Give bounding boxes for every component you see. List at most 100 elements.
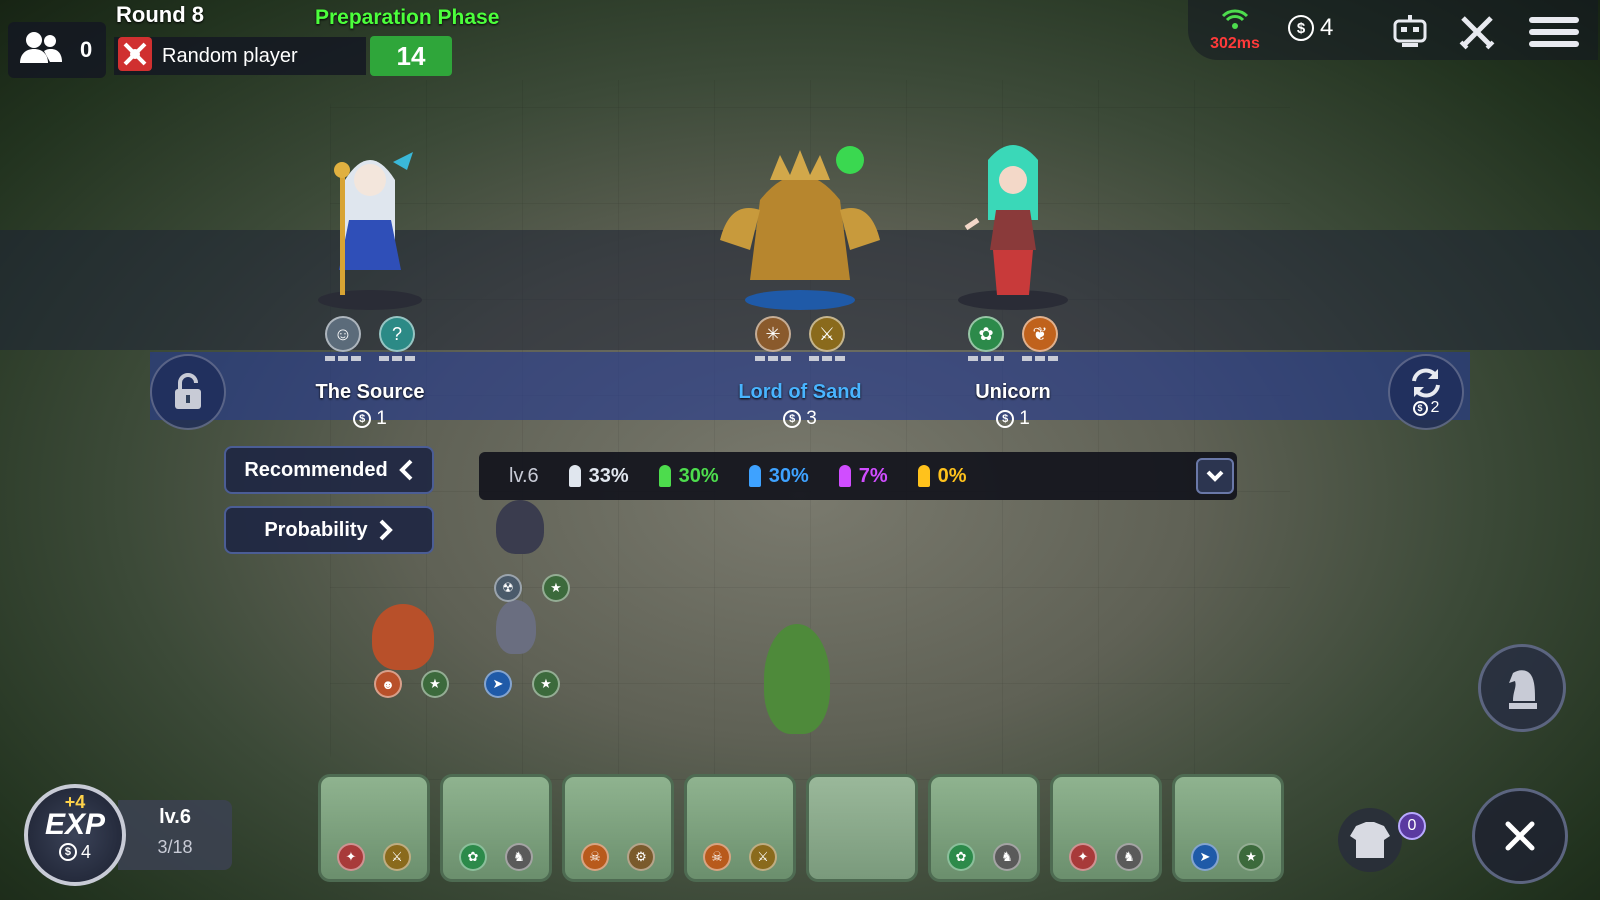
card-price: $1 — [903, 408, 1123, 430]
opponent-name: Random player — [162, 44, 298, 67]
card-name: The Source — [315, 381, 425, 403]
card-price: $3 — [690, 408, 910, 430]
chess-piece-icon — [658, 465, 671, 487]
mage-icon: ? — [379, 316, 415, 352]
warrior-icon: ⚔ — [809, 316, 845, 352]
network-indicator: 302ms — [1205, 8, 1265, 53]
robot-icon — [1393, 15, 1427, 47]
beast-icon: ✿ — [947, 843, 975, 871]
bench-slot-8[interactable]: ➤ ★ — [1172, 774, 1284, 882]
bench-slot-5[interactable] — [806, 774, 918, 882]
wifi-icon — [1221, 9, 1249, 29]
shop-lock-button[interactable] — [150, 354, 226, 430]
chevron-down-icon — [1206, 470, 1224, 482]
tier-value: 30% — [768, 464, 809, 487]
buy-exp-button[interactable]: +4 EXP $4 — [24, 784, 126, 886]
board-unit[interactable] — [496, 600, 536, 654]
crossed-swords-icon — [1459, 16, 1495, 50]
feather-icon: ➤ — [1191, 843, 1219, 871]
bench-slot-7[interactable]: ✦ ♞ — [1050, 774, 1162, 882]
recommended-button[interactable]: Recommended — [224, 446, 434, 494]
equipment-count: 0 — [1398, 812, 1426, 840]
board-unit[interactable] — [372, 604, 434, 670]
bench-slot-1[interactable]: ✦ ⚔ — [318, 774, 430, 882]
equipment-button[interactable] — [1338, 808, 1402, 872]
human-icon: ☺ — [325, 316, 361, 352]
goblin-icon: ☠ — [581, 843, 609, 871]
bench-slot-3[interactable]: ☠ ⚙ — [562, 774, 674, 882]
card-cost: 1 — [376, 408, 387, 429]
auto-chess-robot-button[interactable] — [1390, 12, 1430, 52]
knight-chess-icon — [1509, 670, 1537, 709]
tier-value: 30% — [678, 464, 719, 487]
gold-display: $ 4 — [1288, 14, 1333, 42]
tier-value: 7% — [858, 464, 888, 487]
chevron-left-icon — [398, 459, 413, 481]
ping-value: 302ms — [1210, 35, 1260, 52]
hunter-icon: ★ — [542, 574, 570, 602]
undead-icon: ☢ — [494, 574, 522, 602]
hamburger-menu-icon — [1529, 17, 1579, 47]
coin-icon: $ — [58, 843, 77, 861]
warrior-icon: ⚔ — [383, 843, 411, 871]
player-level: lv.6 — [159, 806, 191, 828]
shop-card-1[interactable]: ☺ ? The Source $1 — [260, 140, 480, 430]
card-cost: 1 — [1019, 408, 1030, 429]
players-icon — [18, 31, 64, 70]
battle-button[interactable] — [1455, 10, 1499, 54]
probability-button[interactable]: Probability — [224, 506, 434, 554]
coin-icon: $ — [1288, 15, 1314, 41]
shop-refresh-button[interactable]: $2 — [1388, 354, 1464, 430]
chevron-right-icon — [379, 519, 393, 541]
mech-icon: ⚙ — [627, 843, 655, 871]
beast-icon: ✿ — [459, 843, 487, 871]
hunter-icon: ★ — [1237, 843, 1265, 871]
armor-icon — [1350, 822, 1390, 858]
crossed-swords-icon — [118, 36, 152, 76]
feather-icon: ➤ — [484, 670, 512, 698]
shop-card-2[interactable]: ✳ ⚔ Lord of Sand $3 — [690, 140, 910, 430]
chess-piece-icon — [917, 465, 930, 487]
trait-dash — [325, 356, 361, 361]
knight-icon: ♞ — [505, 843, 533, 871]
coin-icon: $ — [353, 410, 372, 428]
exp-cost: $4 — [58, 842, 91, 863]
odds-dropdown-button[interactable] — [1196, 458, 1234, 494]
odds-level: lv.6 — [509, 464, 539, 487]
trait-dash — [379, 356, 415, 361]
players-alive-indicator: 0 — [8, 22, 106, 78]
bench-slot-6[interactable]: ✿ ♞ — [928, 774, 1040, 882]
tier-1-odds: 33% — [568, 465, 629, 488]
board-unit[interactable] — [764, 624, 830, 734]
card-name: Unicorn — [975, 381, 1051, 403]
gold-value: 4 — [1320, 14, 1334, 41]
bench-slot-2[interactable]: ✿ ♞ — [440, 774, 552, 882]
trait-dash — [968, 356, 1004, 361]
coin-icon: $ — [783, 410, 802, 428]
round-timer: 14 — [370, 36, 452, 76]
trait-dash — [809, 356, 845, 361]
card-cost: 3 — [806, 408, 817, 429]
knight-icon: ♞ — [1115, 843, 1143, 871]
chess-piece-icon — [748, 465, 761, 487]
refresh-cost: $2 — [1412, 399, 1440, 417]
board-unit[interactable] — [496, 500, 544, 554]
players-count: 0 — [80, 37, 93, 62]
main-menu-button[interactable] — [1528, 12, 1580, 52]
opponent-bar[interactable]: Random player — [114, 36, 366, 76]
shop-card-3[interactable]: ✿ ❦ Unicorn $1 — [903, 140, 1123, 430]
tier-4-odds: 7% — [838, 464, 888, 488]
close-shop-button[interactable] — [1472, 788, 1568, 884]
xp-progress: 3/18 — [157, 837, 193, 857]
bench-slot-4[interactable]: ☠ ⚔ — [684, 774, 796, 882]
hero-figure — [700, 140, 900, 310]
chess-piece-icon — [568, 465, 581, 487]
hunter-icon: ★ — [532, 670, 560, 698]
chess-piece-button[interactable] — [1478, 644, 1566, 732]
refresh-icon — [1412, 368, 1440, 398]
trait-dash — [1022, 356, 1058, 361]
refresh-cost-value: 2 — [1430, 399, 1440, 416]
spider-icon: ✳ — [755, 316, 791, 352]
round-label: Round 8 — [116, 2, 204, 27]
assassin-icon: ✦ — [1069, 843, 1097, 871]
